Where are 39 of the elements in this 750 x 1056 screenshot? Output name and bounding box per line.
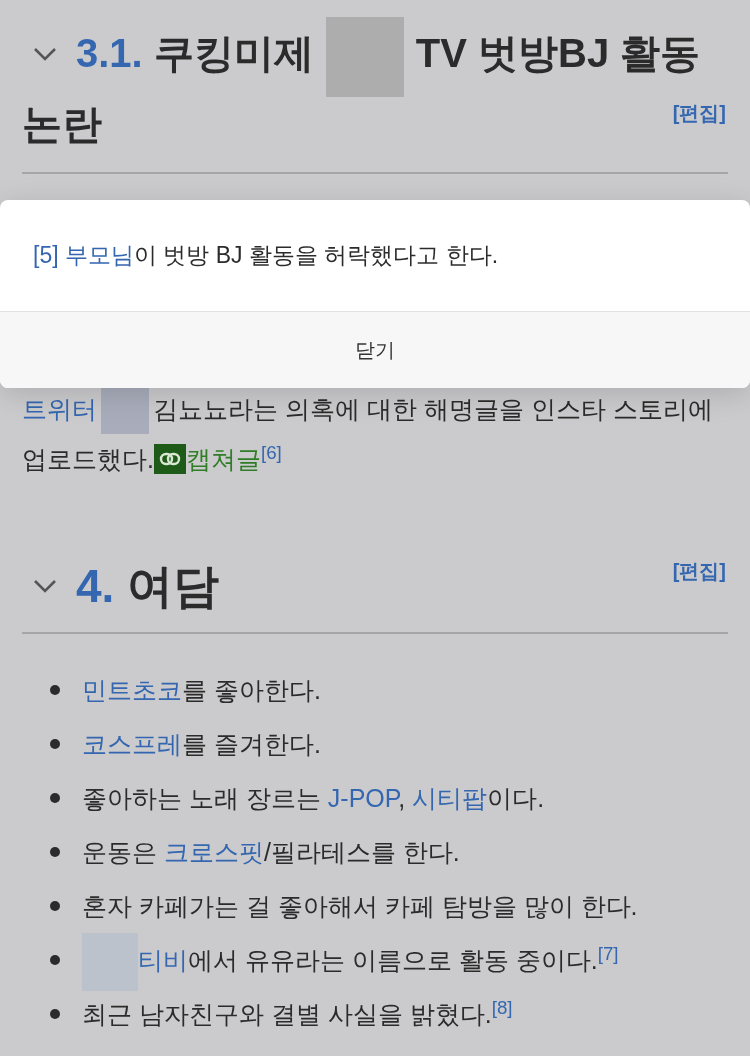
external-link[interactable]: 캡쳐글 — [153, 445, 261, 473]
redaction-block — [101, 388, 149, 435]
bullet-icon — [50, 955, 60, 965]
list-item-text: 운동은 크로스핏/필라테스를 한다. — [82, 837, 460, 868]
edit-link[interactable]: [편집] — [672, 98, 726, 128]
bullet-icon — [50, 739, 60, 749]
footnote-number[interactable]: [5] — [33, 238, 59, 273]
edit-link[interactable]: [편집] — [672, 556, 726, 586]
chevron-icon[interactable] — [32, 578, 58, 594]
section-heading: 3.1. 쿠킹미제 TV 벗방BJ 활동 — [76, 23, 701, 85]
section-heading: 4. 여담 — [76, 559, 220, 614]
list-item-text: 티비에서 유유라는 이름으로 활동 중이다.$^{[7]}$ — [82, 940, 619, 980]
bullet-icon — [50, 1009, 60, 1019]
list-item-text: 민트초코를 좋아한다. — [82, 675, 321, 706]
close-button[interactable]: 닫기 — [0, 311, 750, 388]
chevron-icon[interactable] — [32, 46, 58, 62]
footnote-link[interactable]: [7] — [597, 942, 619, 964]
link[interactable]: 민트초코 — [82, 676, 182, 704]
list-item-text: 코스프레를 즐겨한다. — [82, 729, 321, 760]
footnote-text: [5] 부모님 이 벗방 BJ 활동을 허락했다고 한다. — [0, 200, 750, 311]
bullet-icon — [50, 793, 60, 803]
link[interactable]: 시티팝 — [412, 784, 488, 812]
footnote-link[interactable]: [8] — [491, 996, 513, 1018]
list-item-text: 최근 남자친구와 결별 사실을 밝혔다.$^{[8]}$ — [82, 995, 513, 1030]
link[interactable]: 코스프레 — [82, 730, 182, 758]
list-item-text: 좋아하는 노래 장르는 J-POP, 시티팝이다. — [82, 783, 545, 814]
link-icon — [153, 444, 186, 475]
bullet-icon — [50, 901, 60, 911]
link[interactable]: 부모님 — [64, 238, 134, 273]
paragraph-line: 업로드했다. 캡쳐글$^{[6]}$ — [22, 440, 283, 477]
link[interactable]: 티비 — [138, 946, 188, 974]
list-item-text: 혼자 카페가는 걸 좋아해서 카페 탐방을 많이 한다. — [82, 891, 638, 922]
bullet-icon — [50, 685, 60, 695]
link[interactable]: J-POP — [327, 784, 399, 812]
link[interactable]: 크로스핏 — [163, 838, 264, 866]
section-heading-continued: 논란 — [22, 101, 102, 148]
footnote-link[interactable]: [6] — [260, 441, 282, 463]
bullet-icon — [50, 847, 60, 857]
link[interactable]: 트위터 — [22, 395, 97, 423]
